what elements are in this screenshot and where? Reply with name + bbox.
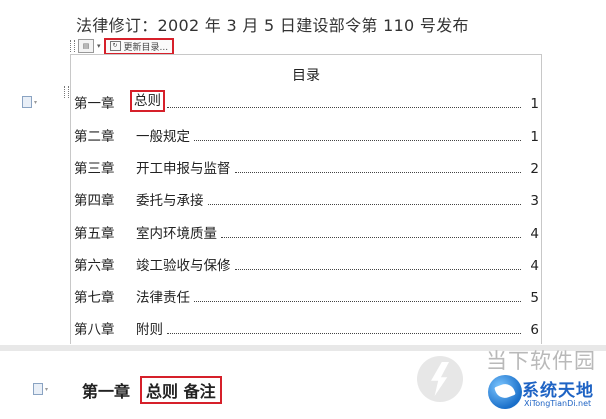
toc-chapter: 第八章 xyxy=(74,322,115,338)
toc-page-number: 4 xyxy=(530,258,539,274)
chevron-down-icon: ▾ xyxy=(45,385,49,393)
refresh-icon: ↻ xyxy=(109,41,121,51)
toc-chapter: 第七章 xyxy=(74,290,115,306)
toc-chapter: 第六章 xyxy=(74,258,115,274)
toc-entry[interactable]: 第四章 委托与承接 3 xyxy=(71,189,539,209)
watermark-url: XiTongTianDi.net xyxy=(524,399,592,408)
toc-entry-title: 开工申报与监督 xyxy=(136,161,231,177)
toc-menu-icon[interactable]: ▤ xyxy=(78,39,94,53)
update-toc-button[interactable]: ↻ 更新目录... xyxy=(103,37,175,55)
toc-entry[interactable]: 第五章 室内环境质量 4 xyxy=(71,222,539,242)
toc-entry[interactable]: 第一章 总则 1 xyxy=(71,90,539,112)
dot-leader xyxy=(207,204,521,205)
toc-chapter: 第二章 xyxy=(74,129,115,145)
globe-logo-icon xyxy=(488,375,522,409)
dot-leader xyxy=(167,333,521,334)
toc-entry[interactable]: 第七章 法律责任 5 xyxy=(71,286,539,306)
dot-leader xyxy=(221,237,521,238)
toc-page-number: 6 xyxy=(530,322,539,338)
dot-leader xyxy=(167,107,521,108)
watermark-text: 当下软件园 xyxy=(486,349,596,373)
toc-entry-title: 一般规定 xyxy=(136,129,190,145)
toc-entry-title: 附则 xyxy=(136,322,163,338)
toc-title: 目录 xyxy=(292,68,320,84)
toc-toolbar: ▤ ▾ ↻ 更新目录... xyxy=(70,37,175,55)
toc-entry[interactable]: 第二章 一般规定 1 xyxy=(71,125,539,145)
heading-boxed-title: 总则 备注 xyxy=(140,376,222,404)
toc-chapter: 第一章 xyxy=(74,96,115,112)
chevron-down-icon: ▾ xyxy=(34,98,38,106)
watermark-logo-icon xyxy=(417,356,463,402)
drag-handle-icon[interactable] xyxy=(64,86,69,98)
toc-entry-title: 法律责任 xyxy=(136,290,190,306)
drag-handle-icon[interactable] xyxy=(70,40,75,52)
toc-chapter: 第五章 xyxy=(74,226,115,242)
page-icon xyxy=(33,383,43,395)
toc-entry-title: 委托与承接 xyxy=(136,193,204,209)
watermark-brand: 系统天地 XiTongTianDi.net xyxy=(488,373,604,417)
toc-chapter: 第三章 xyxy=(74,161,115,177)
toc-entry-title: 总则 xyxy=(130,90,165,112)
toc-entry-title: 室内环境质量 xyxy=(136,226,217,242)
dot-leader xyxy=(194,301,521,302)
chevron-down-icon[interactable]: ▾ xyxy=(97,42,101,50)
toc-page-number: 2 xyxy=(530,161,539,177)
toc-page-number: 4 xyxy=(530,226,539,242)
law-revision-line: 法律修订：2002 年 3 月 5 日建设部令第 110 号发布 xyxy=(76,16,469,35)
paragraph-marker[interactable]: ▾ xyxy=(33,383,48,395)
toc-page-number: 1 xyxy=(530,96,539,112)
heading-chapter: 第一章 xyxy=(82,382,131,401)
chapter-heading[interactable]: 第一章 总则 备注 xyxy=(82,376,222,404)
page-icon xyxy=(22,96,32,108)
toc-entry[interactable]: 第三章 开工申报与监督 2 xyxy=(71,157,539,177)
dot-leader xyxy=(194,140,521,141)
toc-chapter: 第四章 xyxy=(74,193,115,209)
toc-entry[interactable]: 第六章 竣工验收与保修 4 xyxy=(71,254,539,274)
toc-entry[interactable]: 第八章 附则 6 xyxy=(71,318,539,338)
document-page: 法律修订：2002 年 3 月 5 日建设部令第 110 号发布 ▤ ▾ ↻ 更… xyxy=(0,0,606,345)
toc-page-number: 1 xyxy=(530,129,539,145)
watermark-brand-name: 系统天地 xyxy=(522,381,594,401)
dot-leader xyxy=(234,269,521,270)
toc-entry-title: 竣工验收与保修 xyxy=(136,258,231,274)
toc-page-number: 5 xyxy=(530,290,539,306)
update-toc-label: 更新目录... xyxy=(123,42,169,53)
dot-leader xyxy=(234,172,521,173)
paragraph-marker[interactable]: ▾ xyxy=(22,96,37,108)
toc-page-number: 3 xyxy=(530,193,539,209)
table-of-contents[interactable]: 目录 第一章 总则 1 第二章 一般规定 1 第三章 开工申报与监督 2 第四章… xyxy=(70,54,542,344)
